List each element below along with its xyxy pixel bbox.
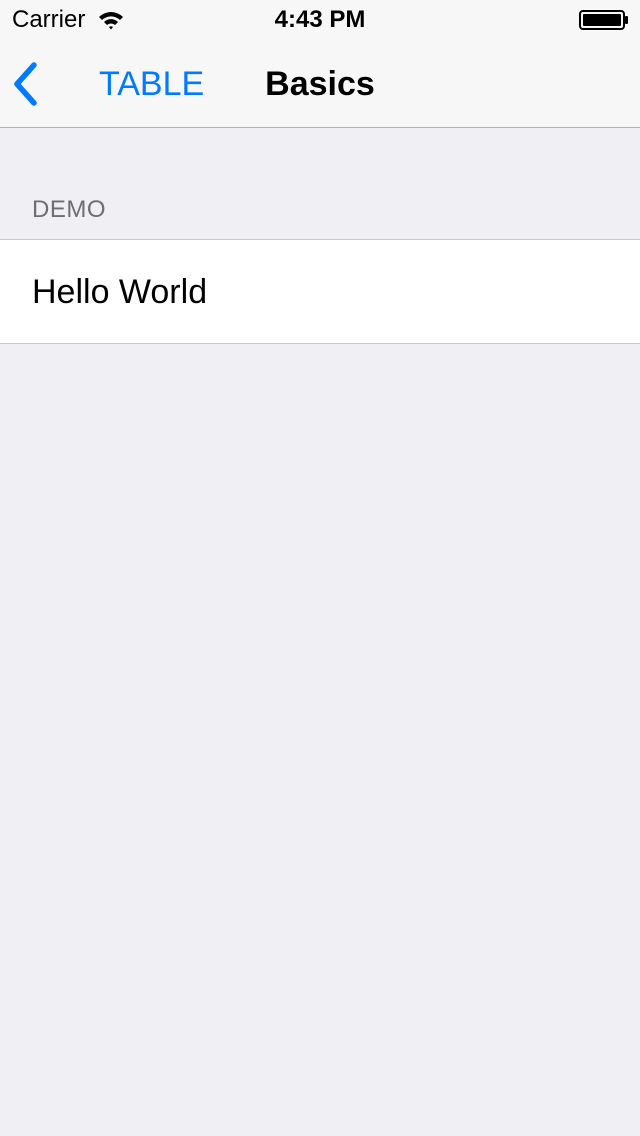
table-row[interactable]: Hello World [0, 240, 640, 343]
navigation-bar: TABLE Basics [0, 40, 640, 128]
status-time: 4:43 PM [274, 6, 366, 33]
page-title: Basics [265, 65, 375, 103]
battery-icon [579, 10, 628, 30]
status-bar: Carrier 4:43 PM [0, 0, 640, 40]
section-header-demo: DEMO [32, 196, 106, 223]
cell-label: Hello World [32, 273, 208, 311]
table-section: Hello World [0, 239, 640, 344]
top-bar: Carrier 4:43 PM TABLE Basics [0, 0, 640, 128]
